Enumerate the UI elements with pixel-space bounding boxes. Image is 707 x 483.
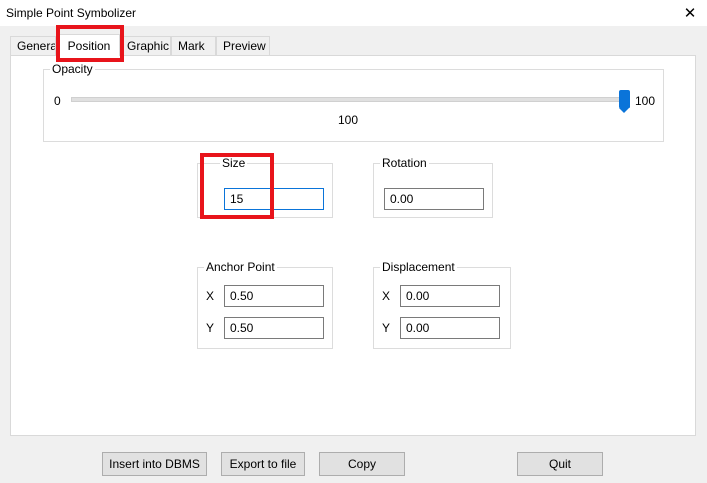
size-group: Size 15 — [197, 156, 333, 218]
opacity-group: Opacity 0 100 100 — [43, 62, 664, 142]
opacity-max-label: 100 — [635, 94, 656, 108]
size-group-label: Size — [220, 156, 248, 170]
tab-general[interactable]: General — [10, 36, 56, 55]
displacement-x-label: X — [382, 289, 391, 303]
displacement-group: Displacement X 0.00 Y 0.00 — [373, 260, 511, 349]
quit-button[interactable]: Quit — [517, 452, 603, 476]
tab-preview[interactable]: Preview — [216, 36, 270, 55]
opacity-slider-thumb[interactable] — [618, 90, 630, 113]
opacity-slider-track[interactable] — [71, 97, 626, 102]
displacement-y-label: Y — [382, 321, 391, 335]
position-panel: Opacity 0 100 100 Size 15 Rotation 0.00 … — [10, 55, 696, 436]
rotation-input[interactable]: 0.00 — [384, 188, 484, 210]
anchor-point-group-label: Anchor Point — [204, 260, 277, 274]
anchor-x-label: X — [206, 289, 215, 303]
anchor-y-input[interactable]: 0.50 — [224, 317, 324, 339]
dialog-window: Simple Point Symbolizer ✕ General Positi… — [0, 0, 707, 483]
title-bar: Simple Point Symbolizer ✕ — [0, 0, 707, 26]
anchor-y-label: Y — [206, 321, 215, 335]
tab-mark[interactable]: Mark — [171, 36, 216, 55]
copy-button[interactable]: Copy — [319, 452, 405, 476]
opacity-value-label: 100 — [338, 113, 359, 127]
rotation-group: Rotation 0.00 — [373, 156, 493, 218]
displacement-group-label: Displacement — [380, 260, 457, 274]
insert-into-dbms-button[interactable]: Insert into DBMS — [102, 452, 207, 476]
close-icon: ✕ — [683, 5, 697, 22]
tab-position[interactable]: Position — [58, 34, 120, 56]
size-input[interactable]: 15 — [224, 188, 324, 210]
displacement-x-input[interactable]: 0.00 — [400, 285, 500, 307]
tab-graphic[interactable]: Graphic — [120, 36, 171, 55]
tab-strip: General Position Graphic Mark Preview — [10, 34, 700, 56]
rotation-group-label: Rotation — [380, 156, 429, 170]
close-button[interactable]: ✕ — [673, 0, 707, 26]
anchor-point-group: Anchor Point X 0.50 Y 0.50 — [197, 260, 333, 349]
export-to-file-button[interactable]: Export to file — [221, 452, 305, 476]
anchor-x-input[interactable]: 0.50 — [224, 285, 324, 307]
opacity-min-label: 0 — [54, 94, 61, 108]
opacity-group-label: Opacity — [50, 62, 95, 76]
window-title: Simple Point Symbolizer — [6, 6, 137, 20]
displacement-y-input[interactable]: 0.00 — [400, 317, 500, 339]
